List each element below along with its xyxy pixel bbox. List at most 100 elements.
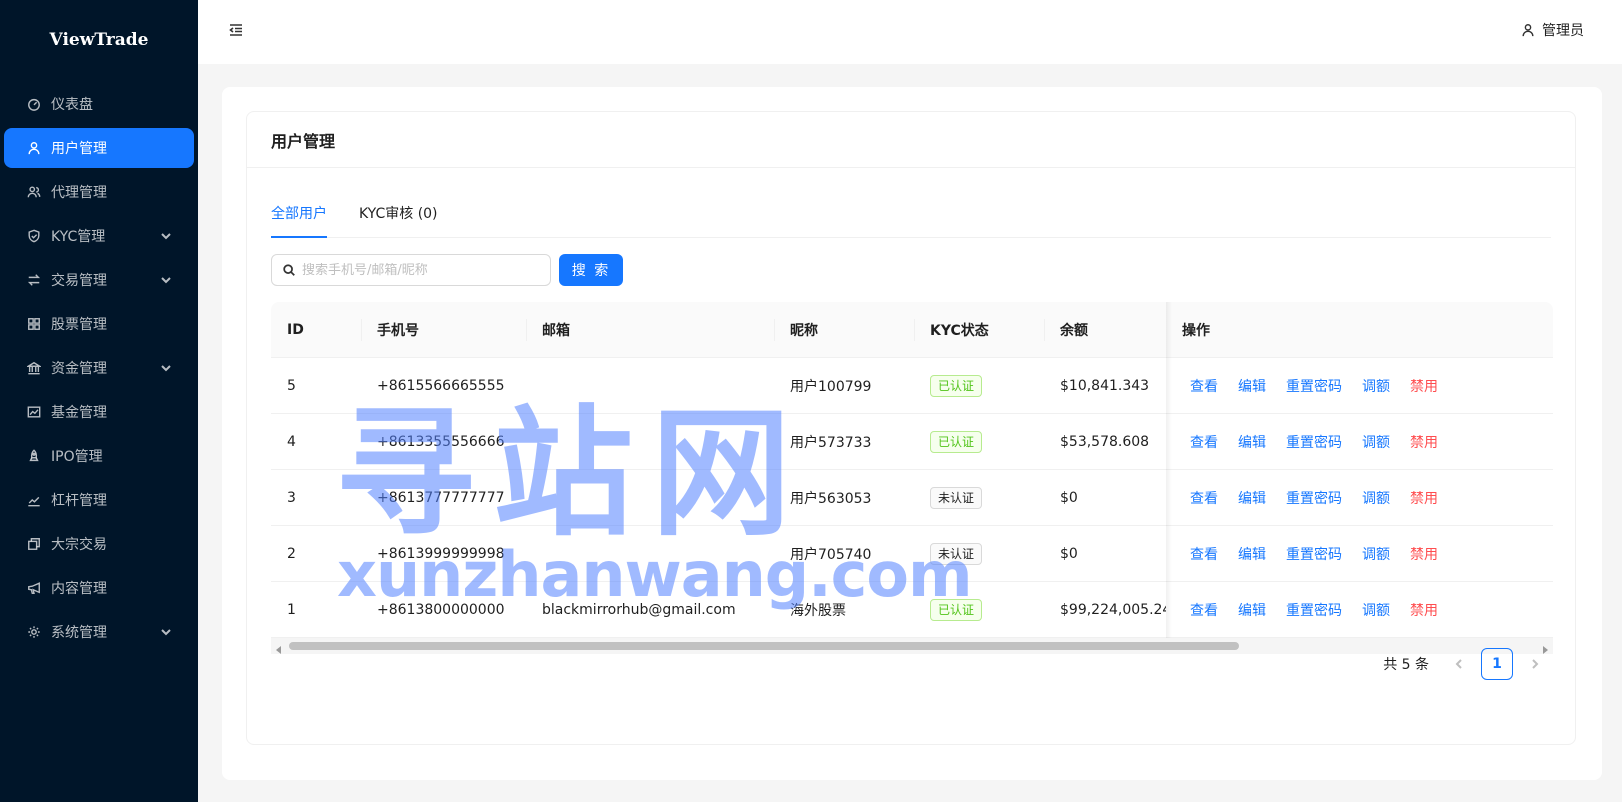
view-button[interactable]: 查看 [1190,547,1218,563]
rocket-icon [26,448,42,464]
table-row: 4 +8613355556666 用户573733 已认证 $53,578.608 查看 编… [271,414,1553,470]
cell-balance: $10,841.343 [1060,377,1150,394]
edit-button[interactable]: 编辑 [1238,435,1266,451]
sidebar-item-label: 交易管理 [51,273,107,289]
kyc-status-badge: 已认证 [930,430,983,453]
search-button[interactable]: 搜 索 [559,254,623,286]
adjust-balance-button[interactable]: 调额 [1362,491,1390,507]
user-icon [26,140,42,156]
scroll-left-arrow-icon[interactable] [275,642,283,654]
sidebar-item-12[interactable]: 系统管理 [4,612,194,652]
kyc-status-badge: 已认证 [930,598,983,621]
view-button[interactable]: 查看 [1190,379,1218,395]
cell-balance: $99,224,005.243 [1060,601,1166,618]
cell-phone: +8613800000000 [377,601,505,618]
cell-nickname: 用户573733 [790,434,872,451]
cell-id: 5 [287,377,296,394]
next-page-button[interactable] [1519,648,1551,680]
top-header: 管理员 [198,0,1622,64]
chevron-down-icon [160,230,172,242]
sidebar-item-7[interactable]: 基金管理 [4,392,194,432]
search-input[interactable] [302,262,540,278]
sidebar-item-11[interactable]: 内容管理 [4,568,194,608]
disable-button[interactable]: 禁用 [1410,547,1438,563]
cell-balance: $53,578.608 [1060,433,1150,450]
sidebar-item-0[interactable]: 仪表盘 [4,84,194,124]
view-button[interactable]: 查看 [1190,435,1218,451]
table-body: 5 +8615566665555 用户100799 已认证 $10,841.343 查看编… [271,358,1553,638]
table-header: ID 手机号 邮箱 昵称 KYC状态 余额 操作 [271,302,1553,358]
setting-icon [26,624,42,640]
col-balance: 余额 [1044,320,1166,340]
sidebar-item-label: IPO管理 [51,449,103,465]
cell-phone: +8615566665555 [377,377,505,394]
user-icon [1522,24,1534,37]
adjust-balance-button[interactable]: 调额 [1362,435,1390,451]
menu-fold-icon [229,24,242,36]
cell-id: 3 [287,489,296,506]
disable-button[interactable]: 禁用 [1410,379,1438,395]
sidebar-item-3[interactable]: KYC管理 [4,216,194,256]
scrollbar-thumb[interactable] [289,642,1239,650]
tab-kyc-review[interactable]: KYC审核 (0) [359,203,438,237]
cell-kyc-status: 已认证 [914,598,1044,621]
reset-password-button[interactable]: 重置密码 [1286,547,1342,563]
adjust-balance-button[interactable]: 调额 [1362,547,1390,563]
search-icon [283,264,295,276]
pagination-total: 共 5 条 [1383,657,1429,673]
disable-button[interactable]: 禁用 [1410,491,1438,507]
cell-actions: 查看 编辑 重置密码 调额 禁用 [1166,600,1553,620]
col-id: ID [287,321,304,338]
prev-page-button[interactable] [1443,648,1475,680]
sidebar-item-2[interactable]: 代理管理 [4,172,194,212]
sidebar-item-label: 股票管理 [51,317,107,333]
edit-button[interactable]: 编辑 [1238,603,1266,619]
cell-phone: +8613355556666 [377,433,505,450]
col-actions: 操作 [1182,322,1210,339]
sidebar: ViewTrade 仪表盘 用户管理 代理管理 KYC管理 交易管理 股票管理 资金管理 基金… [0,0,198,802]
content-area: 用户管理 全部用户 KYC审核 (0) 搜 索 ID 手机号 邮箱 昵称 [222,87,1602,780]
user-menu[interactable]: 管理员 [1521,20,1584,40]
sidebar-item-4[interactable]: 交易管理 [4,260,194,300]
col-phone: 手机号 [361,320,526,340]
cell-actions: 查看 编辑 重置密码 调额 禁用 [1166,432,1553,452]
sidebar-item-8[interactable]: IPO管理 [4,436,194,476]
adjust-balance-button[interactable]: 调额 [1362,379,1390,395]
cell-phone: +8613999999998 [377,545,505,562]
view-button[interactable]: 查看 [1190,491,1218,507]
kyc-status-badge: 未认证 [930,486,983,509]
reset-password-button[interactable]: 重置密码 [1286,379,1342,395]
sidebar-item-5[interactable]: 股票管理 [4,304,194,344]
horizontal-scrollbar[interactable] [271,638,1553,654]
reset-password-button[interactable]: 重置密码 [1286,435,1342,451]
sidebar-item-1[interactable]: 用户管理 [4,128,194,168]
cell-kyc-status: 未认证 [914,486,1044,509]
cell-id: 2 [287,545,296,562]
disable-button[interactable]: 禁用 [1410,603,1438,619]
adjust-balance-button[interactable]: 调额 [1362,603,1390,619]
cell-id: 1 [287,601,296,618]
sidebar-item-6[interactable]: 资金管理 [4,348,194,388]
tab-all-users[interactable]: 全部用户 [271,203,327,238]
cell-kyc-status: 已认证 [914,374,1044,397]
user-name: 管理员 [1542,23,1584,39]
page-1-button[interactable]: 1 [1481,648,1513,680]
edit-button[interactable]: 编辑 [1238,379,1266,395]
fund-icon [26,404,42,420]
cell-balance: $0 [1060,545,1078,562]
disable-button[interactable]: 禁用 [1410,435,1438,451]
cell-nickname: 海外股票 [790,602,846,619]
sidebar-item-9[interactable]: 杠杆管理 [4,480,194,520]
chevron-right-icon [1532,659,1539,669]
sidebar-item-label: 杠杆管理 [51,493,107,509]
edit-button[interactable]: 编辑 [1238,547,1266,563]
view-button[interactable]: 查看 [1190,603,1218,619]
sidebar-item-10[interactable]: 大宗交易 [4,524,194,564]
reset-password-button[interactable]: 重置密码 [1286,603,1342,619]
kyc-status-badge: 未认证 [930,542,983,565]
edit-button[interactable]: 编辑 [1238,491,1266,507]
cell-actions: 查看 编辑 重置密码 调额 禁用 [1166,544,1553,564]
sidebar-item-label: KYC管理 [51,229,106,245]
reset-password-button[interactable]: 重置密码 [1286,491,1342,507]
menu-fold-button[interactable] [228,22,246,40]
